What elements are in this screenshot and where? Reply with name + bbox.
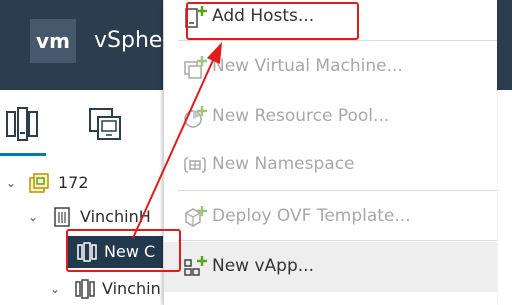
vsphere-client-screen: vm vSphe ⌄ 172 ⌄ VinchinH New C ⌄ Vinchi… bbox=[0, 0, 512, 305]
annotation-arrow bbox=[132, 42, 222, 239]
